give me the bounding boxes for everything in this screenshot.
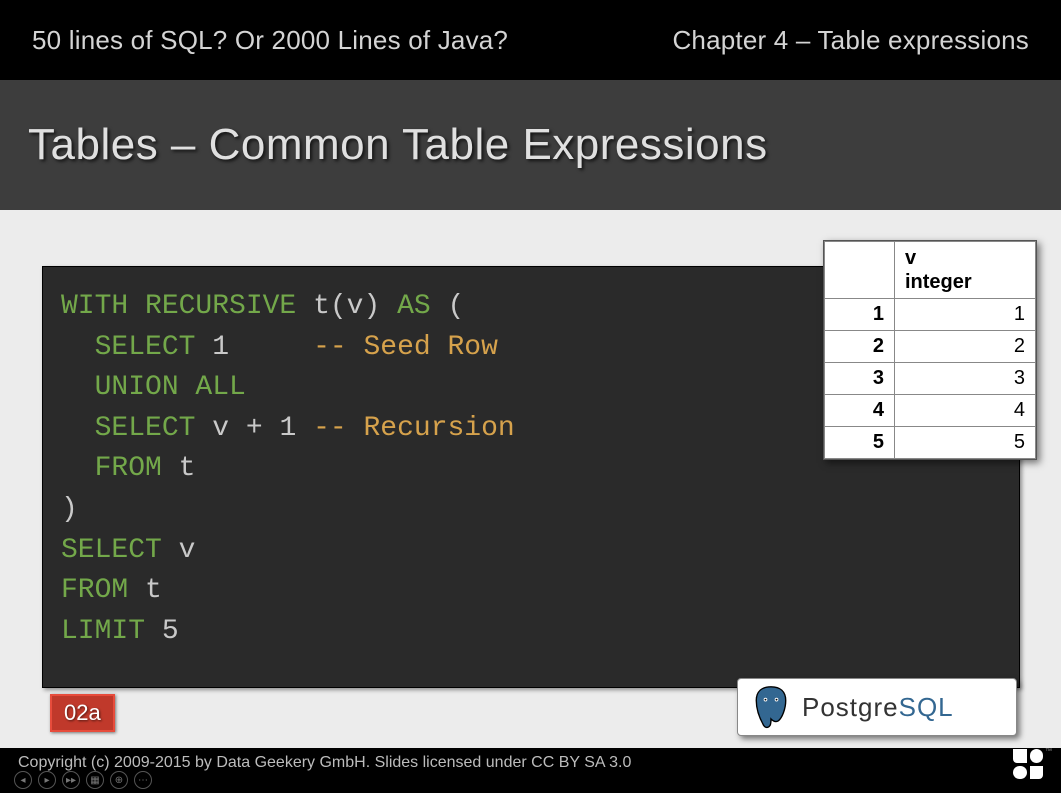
cell-value: 3 bbox=[895, 363, 1036, 395]
number-literal: 1 bbox=[212, 332, 229, 363]
brand-text-part: Postgre bbox=[802, 692, 899, 722]
content-area: WITH RECURSIVE t(v) AS ( SELECT 1 -- See… bbox=[0, 210, 1061, 748]
top-bar: 50 lines of SQL? Or 2000 Lines of Java? … bbox=[0, 0, 1061, 80]
next-button[interactable]: ▸▸ bbox=[62, 771, 80, 789]
zoom-button[interactable]: ⊕ bbox=[110, 771, 128, 789]
postgresql-icon bbox=[748, 684, 794, 730]
presentation-title: 50 lines of SQL? Or 2000 Lines of Java? bbox=[32, 25, 508, 56]
cell-value: 4 bbox=[895, 395, 1036, 427]
grid-button[interactable]: ▦ bbox=[86, 771, 104, 789]
more-button[interactable]: ⋯ bbox=[134, 771, 152, 789]
keyword: FROM bbox=[95, 453, 162, 484]
slide: 50 lines of SQL? Or 2000 Lines of Java? … bbox=[0, 0, 1061, 793]
keyword: AS bbox=[397, 291, 431, 322]
copyright-text: Copyright (c) 2009-2015 by Data Geekery … bbox=[18, 754, 631, 772]
player-controls: ◂ ▸ ▸▸ ▦ ⊕ ⋯ bbox=[14, 771, 152, 789]
identifier: v bbox=[179, 535, 196, 566]
identifier: t(v) bbox=[313, 291, 380, 322]
table-row: 44 bbox=[825, 395, 1036, 427]
keyword: WITH RECURSIVE bbox=[61, 291, 296, 322]
keyword: SELECT bbox=[61, 535, 162, 566]
identifier: t bbox=[179, 453, 196, 484]
corner-cell bbox=[825, 242, 895, 299]
table-row: 11 bbox=[825, 299, 1036, 331]
identifier: t bbox=[145, 575, 162, 606]
result-table-box: v integer 11 22 33 44 55 bbox=[823, 240, 1037, 460]
comment: -- Recursion bbox=[313, 413, 515, 444]
number-literal: 5 bbox=[162, 616, 179, 647]
keyword: SELECT bbox=[95, 332, 196, 363]
keyword: UNION ALL bbox=[95, 372, 246, 403]
footer-bar: Copyright (c) 2009-2015 by Data Geekery … bbox=[0, 748, 1061, 793]
brand-text-part: SQL bbox=[899, 692, 954, 722]
table-row: 22 bbox=[825, 331, 1036, 363]
jooq-logo: ™ bbox=[1013, 749, 1051, 787]
prev-button[interactable]: ◂ bbox=[14, 771, 32, 789]
title-band: Tables – Common Table Expressions bbox=[0, 80, 1061, 210]
keyword: LIMIT bbox=[61, 616, 145, 647]
punctuation: ( bbox=[448, 291, 465, 322]
column-header: v integer bbox=[895, 242, 1036, 299]
row-number: 5 bbox=[825, 427, 895, 459]
row-number: 3 bbox=[825, 363, 895, 395]
chapter-label: Chapter 4 – Table expressions bbox=[672, 25, 1029, 56]
keyword: SELECT bbox=[95, 413, 196, 444]
play-button[interactable]: ▸ bbox=[38, 771, 56, 789]
table-row: 55 bbox=[825, 427, 1036, 459]
table-row: 33 bbox=[825, 363, 1036, 395]
cell-value: 1 bbox=[895, 299, 1036, 331]
row-number: 1 bbox=[825, 299, 895, 331]
cell-value: 2 bbox=[895, 331, 1036, 363]
trademark: ™ bbox=[1045, 748, 1052, 755]
result-table: v integer 11 22 33 44 55 bbox=[824, 241, 1036, 459]
expression: v + 1 bbox=[212, 413, 296, 444]
comment: -- Seed Row bbox=[313, 332, 498, 363]
cell-value: 5 bbox=[895, 427, 1036, 459]
row-number: 4 bbox=[825, 395, 895, 427]
slide-number-badge: 02a bbox=[50, 694, 115, 732]
postgresql-badge: PostgreSQL bbox=[737, 678, 1017, 736]
keyword: FROM bbox=[61, 575, 128, 606]
slide-title: Tables – Common Table Expressions bbox=[28, 120, 768, 170]
row-number: 2 bbox=[825, 331, 895, 363]
punctuation: ) bbox=[61, 494, 78, 525]
postgresql-label: PostgreSQL bbox=[802, 692, 954, 723]
